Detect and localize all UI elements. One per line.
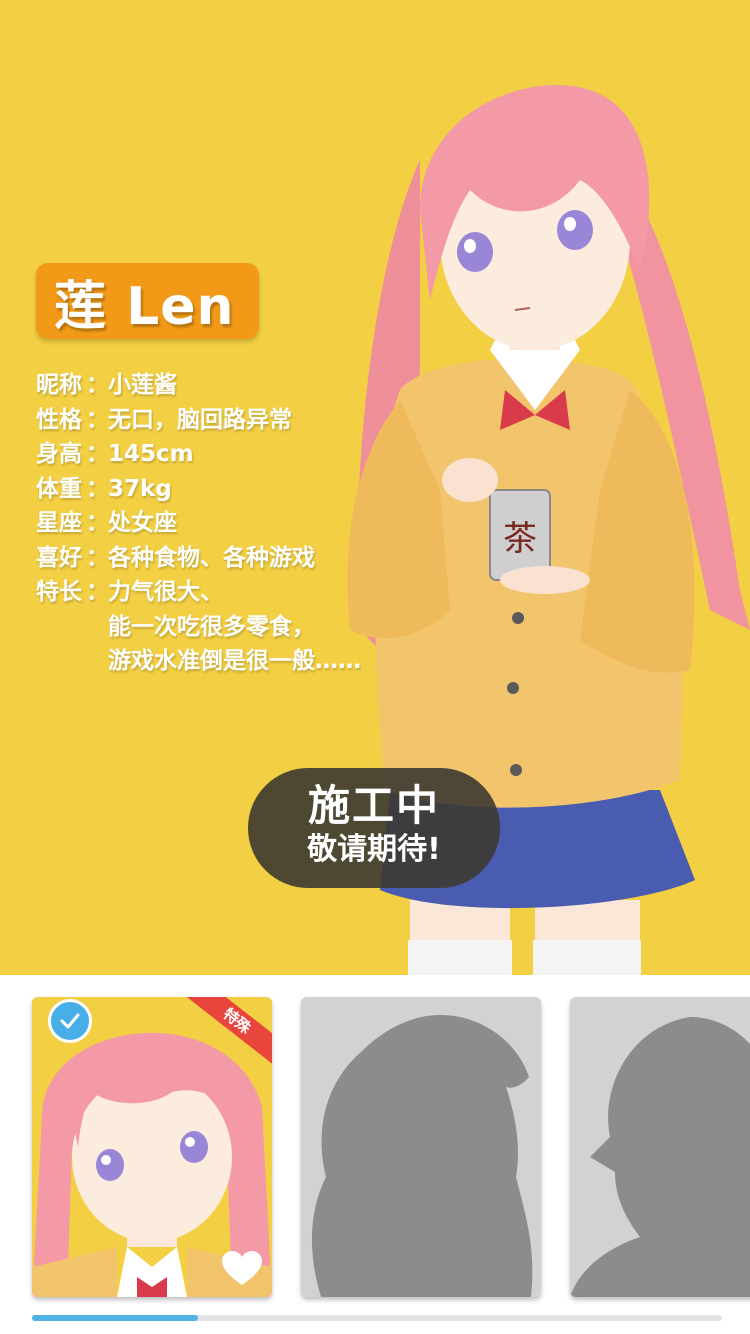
character-card-locked-1[interactable] [301, 997, 541, 1297]
profile-row-personality: 性格：无口，脑回路异常 [36, 406, 292, 433]
banner-subtitle: 敬请期待! [307, 832, 441, 867]
profile-row-zodiac: 星座：处女座 [36, 510, 177, 536]
profile-specialty-line-2: 能一次吃很多零食， [108, 613, 315, 640]
profile-row-nickname: 昵称：小莲酱 [36, 372, 177, 398]
profile-specialty-line-3: 游戏水准倒是很一般…… [108, 648, 361, 674]
profile-row-height: 身高： 145cm [36, 441, 194, 467]
character-card-len[interactable]: 特殊 [32, 997, 272, 1297]
under-construction-banner: 施工中 敬请期待! [248, 768, 500, 888]
character-profile: 昵称：小莲酱 性格：无口，脑回路异常 身高： 145cm 体重： 37kg 星座：处… [36, 368, 361, 679]
character-stage: 茶 莲 Len 昵称：小莲酱 性格：无口，脑回路异常 身高： 145cm 体重： 3… [0, 0, 750, 975]
heart-icon[interactable] [222, 1251, 262, 1287]
banner-title: 施工中 [307, 781, 440, 830]
character-name: 莲 Len [54, 276, 235, 337]
carousel-scrollbar[interactable] [32, 1315, 722, 1321]
locked-silhouette-icon [301, 997, 541, 1297]
profile-row-hobbies: 喜好：各种食物、各种游戏 [36, 544, 315, 571]
locked-silhouette-icon [570, 997, 750, 1297]
selected-check-icon [48, 999, 92, 1043]
character-card-locked-2[interactable] [570, 997, 750, 1297]
character-name-badge: 莲 Len [36, 263, 259, 339]
profile-row-specialty: 特长：力气很大、 [36, 579, 223, 605]
profile-row-weight: 体重： 37kg [36, 475, 172, 502]
character-selector: 特殊 [0, 975, 750, 1334]
can-label: 茶 [503, 519, 537, 559]
carousel-scroll-thumb[interactable] [32, 1315, 198, 1321]
